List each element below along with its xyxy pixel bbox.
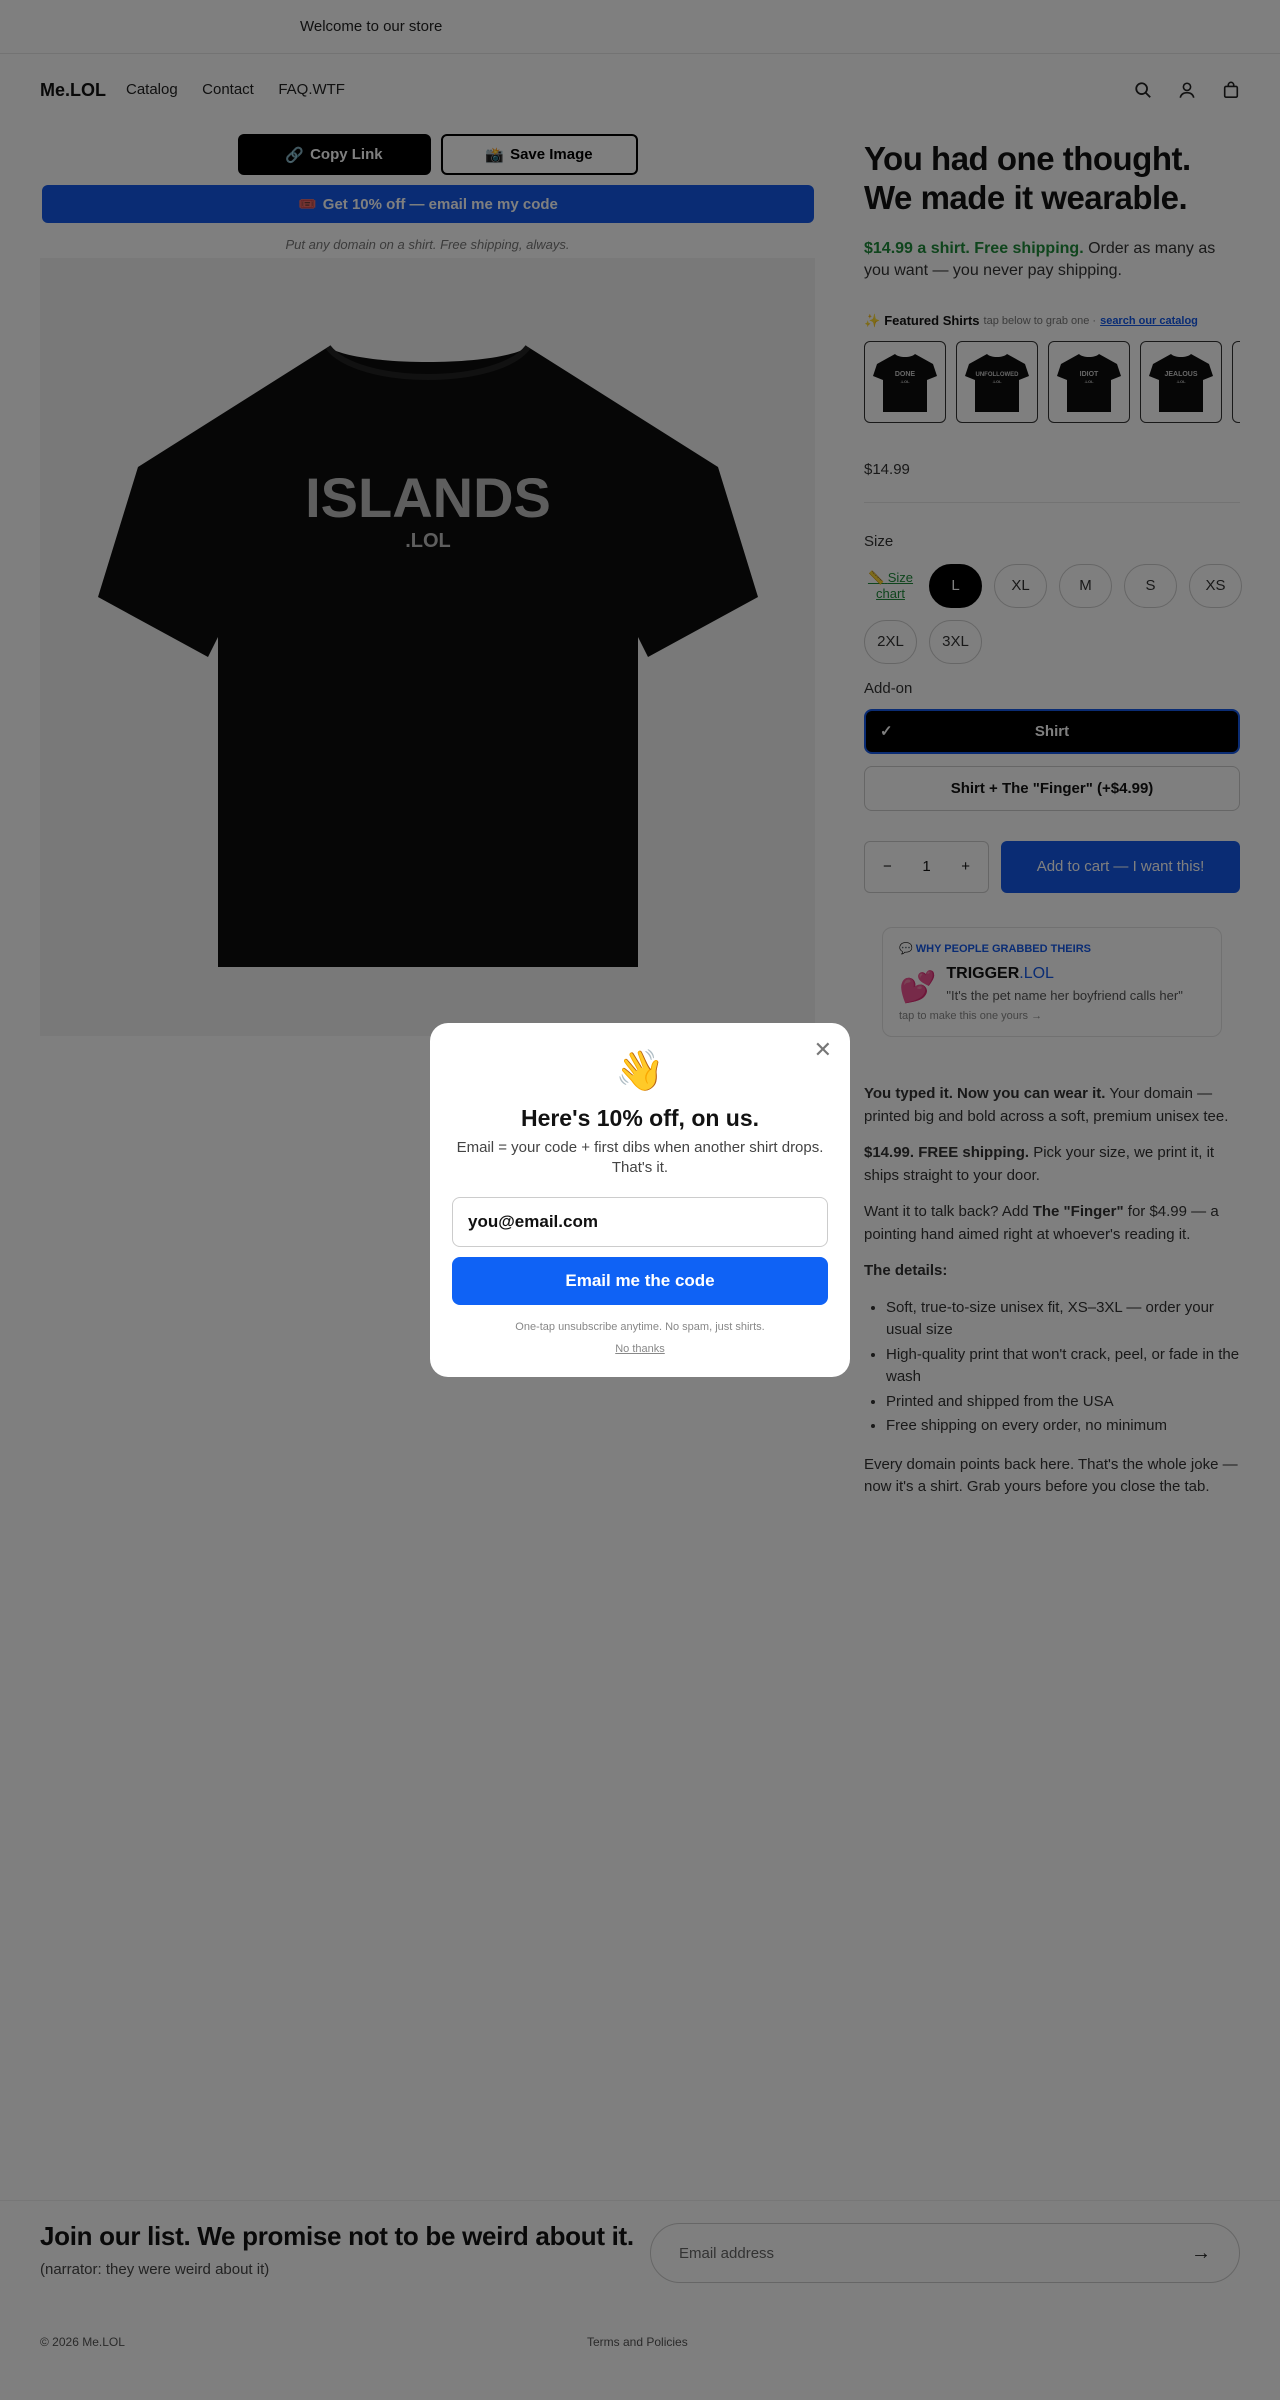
discount-modal: ✕ 👋 Here's 10% off, on us. Email = your …	[430, 1023, 850, 1377]
modal-title: Here's 10% off, on us.	[520, 1105, 760, 1131]
no-thanks-link[interactable]: No thanks	[430, 1343, 850, 1355]
waving-hand-icon: 👋	[615, 1049, 665, 1093]
close-icon[interactable]: ✕	[814, 1037, 832, 1063]
email-code-button[interactable]: Email me the code	[452, 1256, 828, 1305]
modal-fine-print: One-tap unsubscribe anytime. No spam, ju…	[515, 1320, 765, 1333]
modal-email-field[interactable]: you@email.com	[452, 1196, 828, 1247]
modal-subtitle: Email = your code + first dibs when anot…	[456, 1139, 824, 1177]
